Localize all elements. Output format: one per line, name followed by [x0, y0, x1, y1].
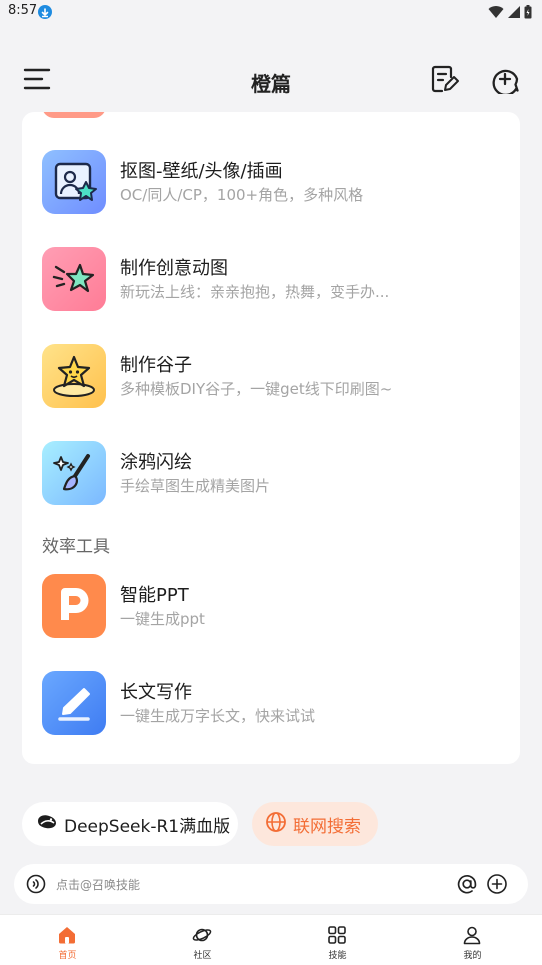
- item-desc: 一键生成万字长文，快来试试: [120, 707, 316, 725]
- deepseek-whale-icon: [36, 813, 58, 835]
- item-name: 智能PPT: [120, 585, 189, 606]
- tab-home[interactable]: 首页: [0, 915, 135, 965]
- tab-label: 技能: [328, 951, 347, 961]
- web-search-chip[interactable]: 联网搜索: [252, 802, 378, 846]
- tab-profile[interactable]: 我的: [405, 915, 540, 965]
- sparkle-star-icon: [42, 247, 106, 311]
- user-icon: [463, 926, 481, 945]
- item-desc: 新玩法上线：亲亲抱抱，热舞，变手办...: [120, 283, 390, 301]
- tab-skills[interactable]: 技能: [270, 915, 405, 965]
- bottom-tab-bar: 首页 社区 技能 我的: [0, 914, 542, 965]
- item-name: 制作谷子: [120, 355, 192, 376]
- battery-icon: [524, 4, 532, 23]
- globe-icon: [265, 811, 287, 837]
- chat-input[interactable]: [54, 872, 438, 898]
- voice-input-icon[interactable]: [26, 874, 46, 898]
- cutout-portrait-icon: [42, 150, 106, 214]
- item-name: 长文写作: [120, 682, 192, 703]
- tab-label: 社区: [193, 951, 212, 961]
- notes-edit-icon[interactable]: [430, 64, 460, 94]
- list-item-goods[interactable]: 制作谷子 多种模板DIY谷子，一键get线下印刷图~: [22, 340, 520, 412]
- planet-icon: [192, 928, 212, 942]
- grid-icon: [328, 926, 346, 944]
- tab-label: 我的: [463, 951, 482, 961]
- ppt-icon: [42, 574, 106, 638]
- list-item-smart-ppt[interactable]: 智能PPT 一键生成ppt: [22, 570, 520, 642]
- list-item-animated[interactable]: 制作创意动图 新玩法上线：亲亲抱抱，热舞，变手办...: [22, 243, 520, 315]
- deepseek-chip-label: DeepSeek-R1满血版: [64, 816, 231, 837]
- home-icon: [59, 927, 75, 944]
- item-desc: 多种模板DIY谷子，一键get线下印刷图~: [120, 380, 393, 398]
- add-icon[interactable]: [486, 873, 508, 899]
- new-chat-icon[interactable]: [490, 64, 520, 97]
- list-item-cutout[interactable]: 抠图-壁纸/头像/插画 OC/同人/CP，100+角色，多种风格: [22, 146, 520, 218]
- item-name: 抠图-壁纸/头像/插画: [120, 161, 283, 182]
- star-stand-icon: [42, 344, 106, 408]
- list-item-long-writing[interactable]: 长文写作 一键生成万字长文，快来试试: [22, 667, 520, 739]
- feature-list-card: 抠图-壁纸/头像/插画 OC/同人/CP，100+角色，多种风格 制作创意动图 …: [22, 112, 520, 764]
- deepseek-r1-chip[interactable]: DeepSeek-R1满血版: [22, 802, 238, 846]
- tab-label: 首页: [58, 951, 77, 961]
- previous-item-thumbnail: [42, 112, 106, 118]
- web-search-chip-label: 联网搜索: [293, 816, 361, 837]
- item-desc: 一键生成ppt: [120, 610, 205, 628]
- paintbrush-sparkle-icon: [42, 441, 106, 505]
- item-name: 制作创意动图: [120, 258, 228, 279]
- wifi-icon: [488, 4, 504, 23]
- status-bar: 8:57: [0, 0, 542, 26]
- tab-community[interactable]: 社区: [135, 915, 270, 965]
- signal-icon: [507, 4, 521, 23]
- app-header: 橙篇: [0, 50, 542, 110]
- item-desc: OC/同人/CP，100+角色，多种风格: [120, 186, 364, 204]
- download-icon: [38, 5, 52, 19]
- item-desc: 手绘草图生成精美图片: [120, 477, 271, 495]
- section-title-efficiency: 效率工具: [42, 537, 110, 557]
- list-item-doodle[interactable]: 涂鸦闪绘 手绘草图生成精美图片: [22, 437, 520, 509]
- pen-writing-icon: [42, 671, 106, 735]
- chat-input-bar: [14, 864, 528, 904]
- status-time: 8:57: [8, 3, 38, 18]
- item-name: 涂鸦闪绘: [120, 452, 192, 473]
- page-title: 橙篇: [251, 72, 291, 96]
- mention-icon[interactable]: [456, 873, 478, 899]
